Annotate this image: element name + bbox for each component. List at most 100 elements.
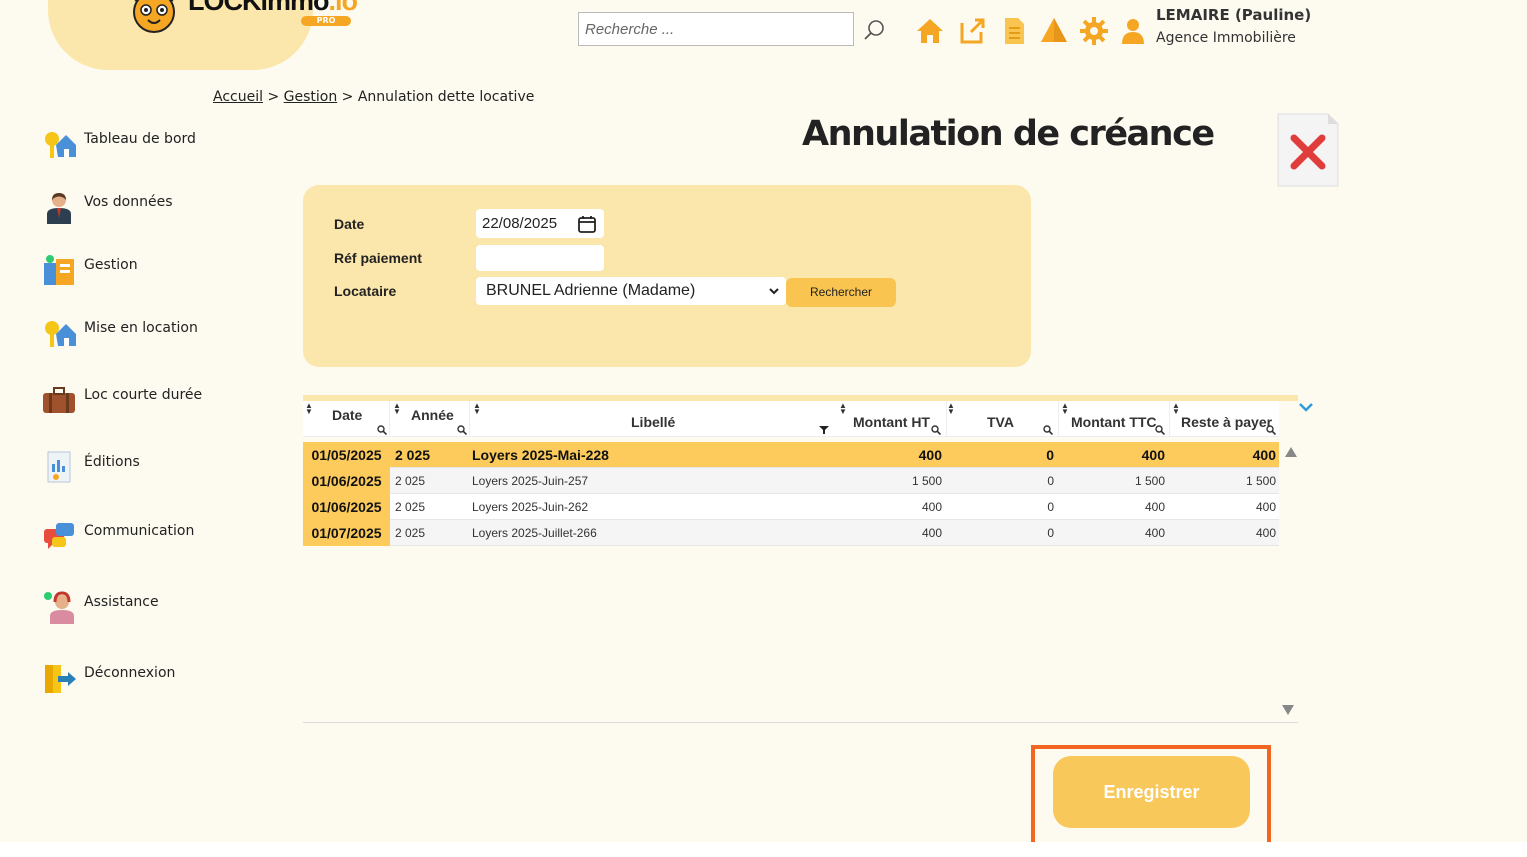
external-link-icon[interactable] (957, 16, 987, 46)
date-label: Date (334, 216, 365, 232)
column-header-label: Montant HT (853, 414, 930, 430)
filter-search-icon[interactable] (1043, 425, 1053, 435)
column-header-amount-ttc[interactable]: ▲ ▼ Montant TTC (1059, 401, 1170, 437)
tenant-select[interactable]: BRUNEL Adrienne (Madame) (476, 277, 786, 305)
table-row[interactable]: 01/05/2025 2 025 Loyers 2025-Mai-228 400… (303, 442, 1279, 468)
payment-ref-field[interactable] (476, 245, 604, 271)
cell-vat: 0 (1046, 447, 1054, 463)
sidebar-item-mise-en-location[interactable]: Mise en location (42, 316, 198, 352)
sort-icon[interactable]: ▲ ▼ (1061, 402, 1069, 416)
cell-date: 01/06/2025 (303, 494, 390, 520)
cell-vat: 0 (1047, 474, 1054, 488)
column-header-label: Date (332, 407, 363, 423)
scroll-up-arrow-icon[interactable] (1285, 447, 1297, 457)
breadcrumb-current: Annulation dette locative (357, 89, 535, 105)
sidebar-item-tableau-de-bord[interactable]: Tableau de bord (42, 127, 196, 163)
date-field[interactable]: 22/08/2025 (476, 209, 604, 238)
breadcrumb-home-link[interactable]: Accueil (213, 89, 263, 105)
column-header-remaining[interactable]: ▲ ▼ Reste à payer (1170, 401, 1279, 437)
column-header-year[interactable]: ▲ ▼ Année (391, 401, 470, 437)
filter-search-icon[interactable] (457, 425, 467, 435)
user-icon[interactable] (1118, 16, 1148, 46)
column-header-label-text[interactable]: ▲ ▼ Libellé (471, 401, 837, 437)
column-header-label: Année (411, 407, 454, 423)
scroll-down-arrow-icon[interactable] (1282, 705, 1294, 715)
cell-amount-ttc: 400 (1144, 526, 1165, 540)
table-row[interactable]: 01/06/2025 2 025 Loyers 2025-Juin-257 1 … (303, 468, 1279, 494)
column-header-date[interactable]: ▲ ▼ Date (303, 401, 390, 437)
payment-ref-label: Réf paiement (334, 250, 422, 266)
column-header-amount-ht[interactable]: ▲ ▼ Montant HT (837, 401, 947, 437)
search-input[interactable] (578, 12, 854, 46)
logo-pro-badge: PRO (301, 16, 351, 26)
sidebar-item-label: Communication (84, 523, 195, 539)
column-header-label: TVA (987, 414, 1014, 430)
cell-label: Loyers 2025-Juin-262 (472, 500, 589, 514)
sidebar-item-loc-courte-duree[interactable]: Loc courte durée (42, 383, 202, 419)
table-row[interactable]: 01/06/2025 2 025 Loyers 2025-Juin-262 40… (303, 494, 1279, 520)
cell-date: 01/05/2025 (303, 442, 390, 468)
cell-year: 2 025 (395, 474, 426, 488)
user-name[interactable]: LEMAIRE (Pauline) (1156, 6, 1311, 24)
cell-year: 2 025 (395, 500, 426, 514)
sort-icon[interactable]: ▲ ▼ (947, 402, 955, 416)
management-icon (44, 255, 74, 285)
support-agent-icon (44, 591, 74, 624)
sidebar-item-label: Vos données (84, 194, 173, 210)
cell-label: Loyers 2025-Juillet-266 (472, 526, 597, 540)
document-icon[interactable] (999, 16, 1029, 46)
chat-bubbles-icon (44, 523, 74, 549)
cell-label: Loyers 2025-Juin-257 (472, 474, 589, 488)
sort-icon[interactable]: ▲ ▼ (1172, 402, 1180, 416)
cat-mascot-icon (133, 0, 175, 33)
sidebar-item-label: Loc courte durée (84, 387, 203, 403)
page-title: Annulation de créance (802, 114, 1215, 154)
cell-year: 2 025 (395, 447, 431, 463)
cell-amount-ttc: 400 (1141, 447, 1165, 463)
settings-gear-icon[interactable] (1079, 16, 1109, 46)
table-row[interactable]: 01/07/2025 2 025 Loyers 2025-Juillet-266… (303, 520, 1279, 546)
home-icon[interactable] (915, 16, 945, 46)
sidebar-item-gestion[interactable]: Gestion (42, 253, 138, 289)
table-body: 01/05/2025 2 025 Loyers 2025-Mai-228 400… (303, 442, 1279, 546)
column-header-vat[interactable]: ▲ ▼ TVA (947, 401, 1059, 437)
sidebar-item-communication[interactable]: Communication (42, 519, 194, 555)
cell-vat: 0 (1047, 500, 1054, 514)
cell-vat: 0 (1047, 526, 1054, 540)
user-agency: Agence Immobilière (1156, 30, 1296, 46)
sidebar-item-label: Assistance (84, 594, 159, 610)
chevron-down-icon (769, 288, 779, 295)
sort-icon[interactable]: ▲ ▼ (839, 402, 847, 416)
sort-icon[interactable]: ▲ ▼ (393, 402, 401, 416)
person-icon (47, 193, 71, 224)
filter-search-icon[interactable] (377, 425, 387, 435)
sidebar-item-label: Mise en location (84, 320, 198, 336)
save-button[interactable]: Enregistrer (1053, 756, 1250, 828)
logo-text: LOCKimmo.io (188, 0, 358, 16)
cell-remaining: 400 (1255, 500, 1276, 514)
close-icon[interactable] (1276, 112, 1340, 188)
logo[interactable]: LOCKimmo.io PRO (48, 0, 358, 70)
filter-search-icon[interactable] (931, 425, 941, 435)
breadcrumb-gestion-link[interactable]: Gestion (284, 89, 338, 105)
sidebar-item-label: Tableau de bord (84, 131, 196, 147)
sort-icon[interactable]: ▲ ▼ (305, 402, 313, 416)
filter-search-icon[interactable] (1266, 425, 1276, 435)
cell-amount-ht: 400 (921, 526, 942, 540)
filter-active-icon[interactable] (819, 425, 829, 435)
page-footer-strip (0, 842, 1527, 857)
cell-date: 01/07/2025 (303, 520, 390, 546)
sidebar-item-editions[interactable]: Éditions (42, 450, 140, 486)
sidebar-item-vos-donnees[interactable]: Vos données (42, 190, 173, 226)
filter-search-icon[interactable] (1155, 425, 1165, 435)
sort-icon[interactable]: ▲ ▼ (473, 402, 481, 416)
search-button[interactable]: Rechercher (786, 278, 896, 307)
cell-remaining: 1 500 (1245, 474, 1276, 488)
tenant-label: Locataire (334, 283, 397, 299)
calendar-icon[interactable] (578, 215, 596, 233)
search-icon[interactable] (862, 18, 886, 42)
sidebar-item-deconnexion[interactable]: Déconnexion (42, 661, 175, 697)
sidebar-item-assistance[interactable]: Assistance (42, 590, 159, 626)
warning-icon[interactable] (1039, 16, 1069, 46)
column-chooser-chevron-icon[interactable] (1298, 401, 1314, 413)
